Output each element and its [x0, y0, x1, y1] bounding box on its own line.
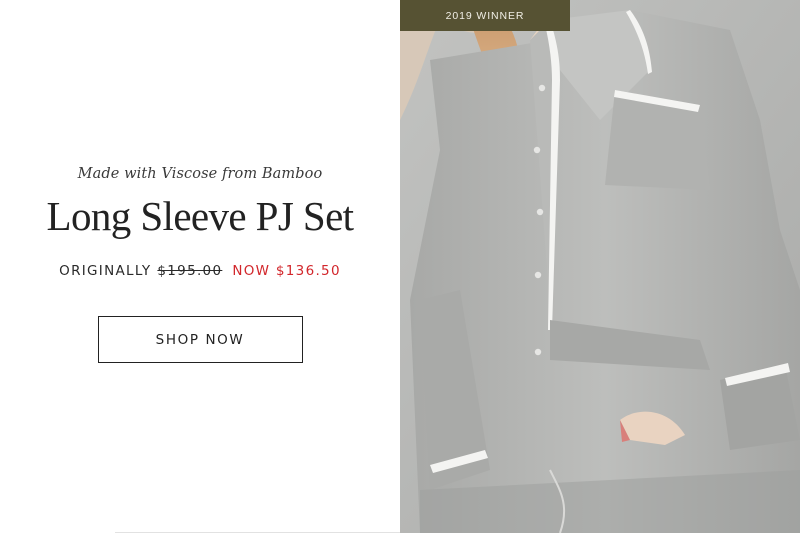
original-price: $195.00	[157, 263, 223, 279]
price-row: ORIGINALLY $195.00 NOW $136.50	[59, 263, 341, 279]
product-photo	[400, 0, 800, 533]
product-title: Long Sleeve PJ Set	[46, 193, 355, 239]
original-price-label: ORIGINALLY	[59, 263, 152, 279]
sale-price: NOW $136.50	[232, 263, 341, 279]
promo-hero: Made with Viscose from Bamboo Long Sleev…	[0, 0, 800, 533]
promo-text-panel: Made with Viscose from Bamboo Long Sleev…	[0, 0, 400, 533]
product-tagline: Made with Viscose from Bamboo	[77, 166, 323, 182]
award-badge: 2019 WINNER	[400, 0, 570, 31]
product-photo-panel[interactable]: 2019 WINNER	[400, 0, 800, 533]
shop-now-button[interactable]: SHOP NOW	[97, 316, 303, 363]
